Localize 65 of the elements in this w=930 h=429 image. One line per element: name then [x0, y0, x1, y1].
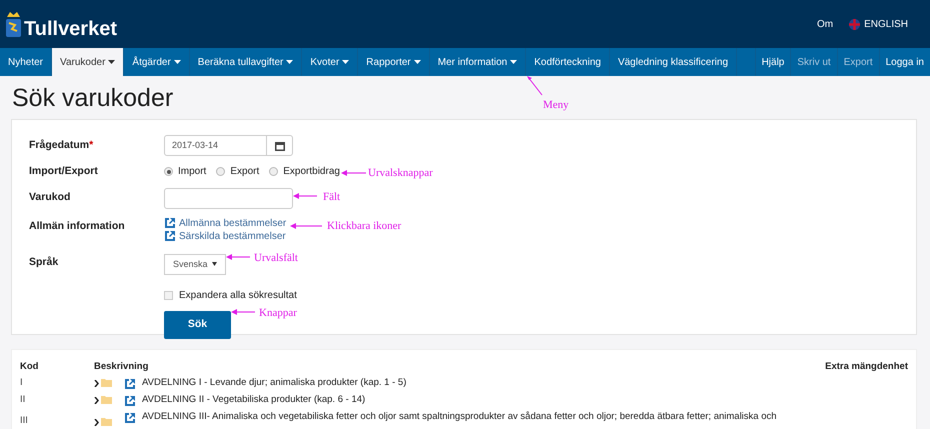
field-label: Frågedatum* [29, 138, 94, 153]
annotation-label: Meny [543, 98, 569, 113]
folder-icon [101, 395, 112, 404]
nav-item[interactable]: Åtgärder [124, 48, 190, 76]
logo-text[interactable]: Tullverket [24, 19, 117, 39]
code-cell-text: I [20, 377, 24, 389]
nav-item[interactable]: Kvoter [302, 48, 358, 76]
chevron-icon[interactable] [94, 419, 99, 426]
field-label: Språk [29, 254, 60, 270]
radio-option[interactable]: Import [164, 164, 206, 180]
radio-option[interactable]: Exportbidrag [269, 164, 340, 180]
column-header: Extra mängdenhet [825, 361, 908, 373]
code-cell-text: II [20, 394, 26, 406]
nav-item[interactable]: Varukoder [52, 48, 124, 76]
external-link-icon [164, 230, 176, 242]
nav-item[interactable]: Rapporter [358, 48, 430, 76]
search-button[interactable]: Sök [164, 310, 231, 339]
nav-item[interactable]: Mer information [430, 48, 526, 76]
code-cell-text: III [20, 415, 29, 427]
header-link[interactable]: Om [816, 16, 834, 32]
expand-checkbox[interactable]: Expandera alla sökresultat [164, 288, 916, 303]
external-link-icon [124, 378, 136, 390]
nav-item[interactable]: Logga in [878, 48, 930, 76]
calendar-icon [274, 140, 284, 150]
annotation-label: Fält [323, 190, 340, 205]
info-link[interactable]: Särskilda bestämmelser [164, 230, 286, 243]
language-select[interactable]: Svenska [164, 254, 226, 275]
description-cell-text: AVDELNING I - Levande djur; animaliska produkter (kap. 1 - 5) [142, 377, 408, 389]
nav-item[interactable]: Beräkna tullavgifter [190, 48, 302, 76]
folder-icon [101, 417, 112, 426]
radio-option[interactable]: Export [216, 164, 260, 180]
nav-item[interactable]: Kodförteckning [526, 48, 610, 76]
date-field[interactable]: 2017-03-14 [164, 135, 293, 156]
annotation-label: Urvalsknappar [368, 166, 433, 181]
annotation-arrow [341, 170, 366, 176]
column-header: Beskrivning [94, 361, 150, 373]
annotation-label: Klickbara ikoner [327, 219, 402, 234]
annotation-arrow [290, 223, 322, 229]
external-link-icon [124, 395, 136, 407]
nav-item[interactable]: Vägledning klassificering [610, 48, 738, 76]
annotation-label: Urvalsfält [254, 251, 298, 266]
field-label: Allmän information [29, 218, 126, 234]
crest-icon [5, 9, 22, 39]
annotation-arrow [526, 76, 544, 96]
caret-icon [212, 262, 217, 266]
page-title: Sök varukoder [12, 86, 174, 111]
chevron-icon[interactable] [94, 380, 99, 387]
annotation-arrow [293, 193, 317, 199]
folder-icon [101, 378, 112, 387]
code-input-field[interactable] [164, 188, 293, 209]
column-header: Kod [20, 361, 40, 373]
info-link[interactable]: Allmänna bestämmelser [164, 216, 286, 230]
external-link-icon [124, 412, 136, 424]
flag-icon [849, 18, 860, 30]
nav-item[interactable]: Hjälp [754, 48, 790, 76]
field-label: Import/Export [29, 164, 99, 179]
description-cell-text: AVDELNING III- Animaliska och vegetabiliska fetter och oljor samt spaltningsprodukter av sådana fetter och oljor; beredda ätbara fetter; animaliska och [142, 411, 778, 423]
language-link[interactable]: ENGLISH [849, 16, 908, 32]
annotation-label: Knappar [259, 306, 297, 321]
external-link-icon [164, 217, 176, 230]
chevron-icon[interactable] [94, 397, 99, 404]
field-label: Varukod [29, 190, 72, 206]
annotation-arrow [226, 254, 250, 260]
description-cell-text: AVDELNING II - Vegetabiliska produkter (kap. 6 - 14) [142, 394, 366, 406]
annotation-arrow [231, 309, 255, 315]
